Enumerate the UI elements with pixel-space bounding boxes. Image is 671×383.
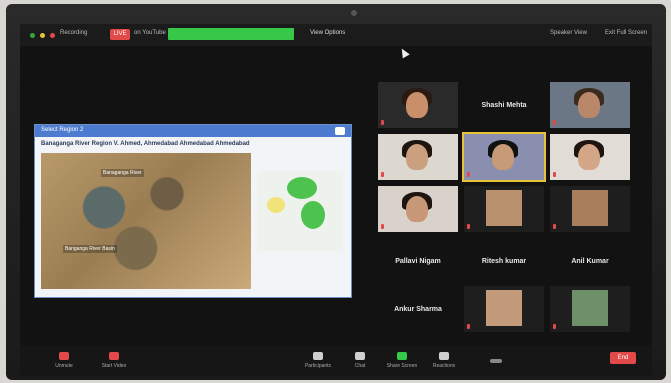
muted-mic-icon — [467, 224, 470, 229]
map-label: Banaganga River — [101, 169, 144, 177]
muted-mic-icon — [381, 172, 384, 177]
participant-tile[interactable] — [464, 186, 544, 232]
active-speaker-tile[interactable] — [462, 132, 546, 182]
video-thumb — [572, 190, 608, 226]
live-sub-label: on YouTube — [134, 30, 166, 36]
view-options-button[interactable]: View Options — [310, 30, 345, 36]
reactions-icon — [439, 352, 449, 360]
share-screen-label: Share Screen — [386, 363, 418, 369]
muted-mic-icon — [553, 224, 556, 229]
speaker-view-button[interactable]: Speaker View — [550, 30, 587, 36]
participant-name-tile[interactable]: Anil Kumar — [550, 238, 630, 284]
region-shape — [301, 201, 325, 229]
slide-header: Select Region 2 — [35, 125, 351, 137]
mouse-cursor-icon — [398, 46, 410, 59]
recording-label: Recording — [60, 30, 88, 36]
zoom-window: Recording LIVE on YouTube View Options S… — [20, 24, 652, 376]
participant-tile[interactable] — [550, 134, 630, 180]
face-shape — [492, 144, 514, 170]
status-icon — [30, 33, 35, 38]
share-screen-button[interactable]: Share Screen — [382, 352, 422, 369]
participant-tile[interactable] — [378, 82, 458, 128]
participants-icon — [313, 352, 323, 360]
reactions-button[interactable]: Reactions — [424, 352, 464, 369]
live-badge[interactable]: LIVE — [110, 29, 130, 40]
video-thumb — [486, 190, 522, 226]
participant-tile[interactable] — [550, 286, 630, 332]
reactions-label: Reactions — [432, 363, 456, 369]
start-video-button[interactable]: Start Video — [94, 352, 134, 369]
participant-tile[interactable] — [378, 134, 458, 180]
shared-screen: Select Region 2 Banaganga River Region V… — [34, 124, 352, 298]
slide-header-text: Select Region 2 — [41, 127, 84, 133]
participants-label: Participants — [304, 363, 332, 369]
muted-mic-icon — [467, 172, 470, 177]
participants-button[interactable]: Participants — [298, 352, 338, 369]
more-icon[interactable] — [490, 359, 502, 363]
participant-tile[interactable] — [550, 186, 630, 232]
face-shape — [406, 196, 428, 222]
chat-icon — [355, 352, 365, 360]
logo-icon — [335, 127, 345, 135]
unmute-button[interactable]: Unmute — [44, 352, 84, 369]
slide-title: Banaganga River Region V. Ahmed, Ahmedab… — [41, 141, 250, 147]
info-icon[interactable] — [40, 33, 45, 38]
talking-indicator — [168, 28, 294, 40]
chat-button[interactable]: Chat — [340, 352, 380, 369]
video-thumb — [486, 290, 522, 326]
video-thumb — [572, 290, 608, 326]
unmute-label: Unmute — [55, 363, 73, 369]
participant-tile[interactable] — [550, 82, 630, 128]
satellite-map-image: Banaganga River Banganga River Basin — [41, 153, 251, 289]
start-video-label: Start Video — [101, 363, 127, 369]
face-shape — [578, 144, 600, 170]
region-shape — [287, 177, 317, 199]
muted-mic-icon — [553, 172, 556, 177]
chat-label: Chat — [354, 363, 366, 369]
face-shape — [578, 92, 600, 118]
muted-mic-icon — [381, 120, 384, 125]
fullscreen-button[interactable]: Exit Full Screen — [605, 30, 647, 36]
webcam-dot — [351, 10, 357, 16]
muted-mic-icon — [553, 120, 556, 125]
region-shape — [267, 197, 285, 213]
video-off-icon — [109, 352, 119, 360]
muted-mic-icon — [553, 324, 556, 329]
region-inset-map — [257, 171, 343, 251]
participant-name-tile[interactable]: Ankur Sharma — [378, 286, 458, 332]
face-shape — [406, 144, 428, 170]
end-meeting-button[interactable]: End — [610, 352, 636, 364]
map-label-basin: Banganga River Basin — [63, 245, 117, 253]
face-shape — [406, 92, 428, 118]
muted-mic-icon — [381, 224, 384, 229]
participant-tile[interactable] — [378, 186, 458, 232]
mic-muted-icon — [59, 352, 69, 360]
share-screen-icon — [397, 352, 407, 360]
participant-name-tile[interactable]: Ritesh kumar — [464, 238, 544, 284]
muted-mic-icon — [467, 324, 470, 329]
participant-name-tile[interactable]: Shashi Mehta — [464, 82, 544, 128]
top-bar: Recording LIVE on YouTube View Options S… — [20, 24, 652, 46]
participant-tile[interactable] — [464, 286, 544, 332]
participant-name-tile[interactable]: Pallavi Nigam — [378, 238, 458, 284]
record-icon — [50, 33, 55, 38]
meeting-toolbar: Unmute Start Video Participants Chat Sha… — [20, 346, 652, 376]
